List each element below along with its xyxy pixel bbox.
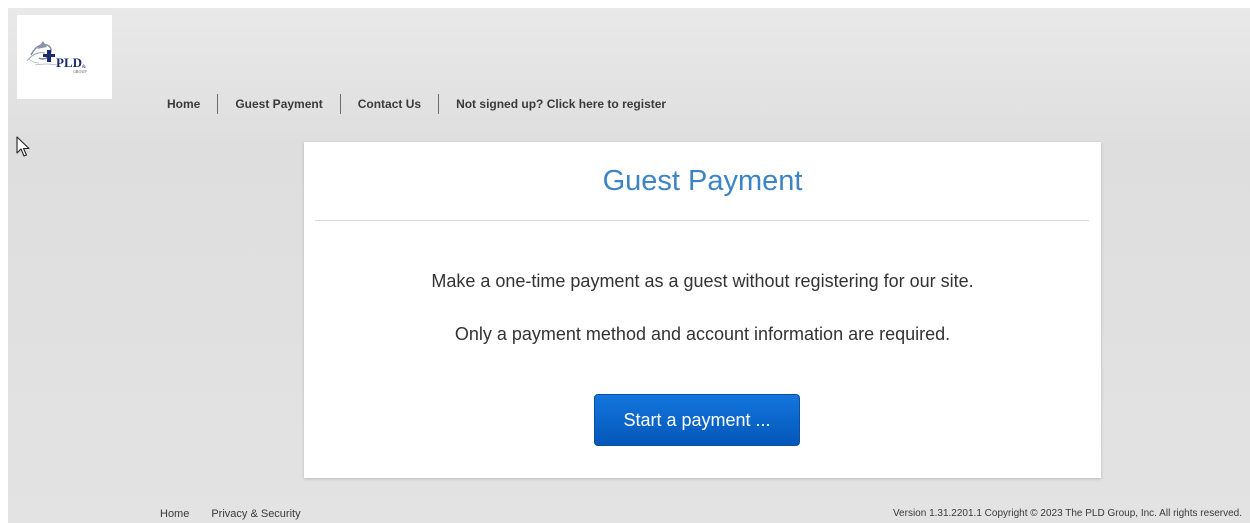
footer-links: Home Privacy & Security [160,508,323,520]
title-divider [315,220,1089,221]
pld-group-logo-icon: PLD & GROUP [26,41,87,74]
page-title: Guest Payment [602,165,803,197]
footer-home-link[interactable]: Home [160,508,189,520]
footer-copyright: Version 1.31.2201.1 Copyright © 2023 The… [892,508,1242,519]
svg-text:PLD: PLD [56,55,82,70]
description-line-1: Make a one-time payment as a guest witho… [431,271,974,291]
site-logo[interactable]: PLD & GROUP [17,15,112,99]
nav-register-link[interactable]: Not signed up? Click here to register [439,97,683,111]
top-navigation: Home Guest Payment Contact Us Not signed… [160,90,683,118]
nav-contact-us-link[interactable]: Contact Us [341,97,438,111]
guest-payment-card: Guest Payment Make a one-time payment as… [304,142,1101,478]
nav-home-link[interactable]: Home [160,97,217,111]
nav-guest-payment-link[interactable]: Guest Payment [218,97,339,111]
start-payment-button[interactable]: Start a payment ... [594,394,800,446]
mouse-pointer-icon [16,136,30,163]
svg-text:GROUP: GROUP [73,69,87,74]
footer-privacy-link[interactable]: Privacy & Security [211,508,300,520]
description-line-2: Only a payment method and account inform… [454,324,951,344]
